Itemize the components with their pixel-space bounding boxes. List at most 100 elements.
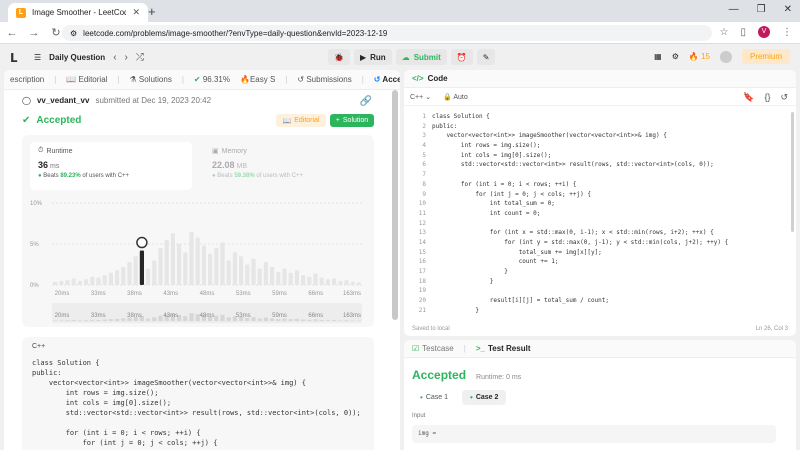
- language-select[interactable]: C++ ⌄: [410, 93, 431, 101]
- editor-scrollbar[interactable]: [791, 112, 794, 232]
- code-line[interactable]: [432, 170, 728, 180]
- runtime-distribution-chart[interactable]: 10% 5% 0% 20ms 33ms 38ms 43ms 48ms 53ms 59ms 66ms 1…: [22, 195, 374, 327]
- slider-mini-bar: [344, 320, 349, 321]
- slider-mini-bar: [276, 319, 281, 321]
- histogram-bar: [282, 268, 287, 285]
- menu-icon[interactable]: ⋮: [782, 27, 792, 38]
- minimize-icon[interactable]: —: [729, 4, 739, 15]
- code-line[interactable]: }: [432, 306, 728, 316]
- tab-accepted[interactable]: ↺ Accepted ✕: [374, 75, 400, 84]
- code-lines[interactable]: class Solution {public: vector<vector<in…: [432, 112, 728, 315]
- bookmark-star-icon[interactable]: ☆: [720, 27, 729, 38]
- histogram-bar: [77, 280, 82, 285]
- close-window-icon[interactable]: ✕: [784, 4, 792, 15]
- site-info-icon[interactable]: ⚙: [70, 29, 77, 38]
- code-line[interactable]: result[i][j] = total_sum / count;: [432, 296, 728, 306]
- shuffle-icon[interactable]: ⤮: [136, 52, 144, 63]
- close-tab-icon[interactable]: ✕: [132, 7, 140, 18]
- submitter-name[interactable]: vv_vedant_vv: [37, 96, 89, 105]
- code-line[interactable]: for (int y = std::max(0, j-1); y < std::…: [432, 238, 728, 248]
- code-line[interactable]: [432, 219, 728, 229]
- submit-button[interactable]: ☁ Submit: [395, 49, 447, 65]
- slider-mini-bar: [96, 319, 101, 321]
- settings-gear-icon[interactable]: ⚙: [672, 52, 679, 61]
- slider-mini-bar: [313, 319, 318, 321]
- line-number: 11: [418, 209, 426, 217]
- share-link-icon[interactable]: 🔗: [360, 96, 372, 107]
- code-line[interactable]: class Solution {: [432, 112, 728, 122]
- solution-button[interactable]: + Solution: [330, 114, 374, 127]
- code-line[interactable]: int rows = img.size();: [432, 141, 728, 151]
- new-tab-button[interactable]: +: [148, 4, 156, 19]
- tab-easy[interactable]: 🔥Easy S: [240, 75, 275, 84]
- list-icon[interactable]: ☰: [34, 53, 41, 62]
- test-result-label: Test Result: [487, 344, 531, 353]
- pass-dot-icon: •: [470, 393, 473, 402]
- timer-button[interactable]: ⏰: [450, 49, 473, 65]
- user-avatar[interactable]: [719, 50, 732, 63]
- tab-description[interactable]: escription: [10, 75, 44, 84]
- extensions-icon[interactable]: ▯: [740, 27, 746, 38]
- leetcode-logo-icon[interactable]: ᒪ: [10, 51, 18, 65]
- code-editor[interactable]: 1 2 3 4 5 6 7 8 9 10 11 12 13 14 15 16 17 18 19 20 21 class …: [404, 110, 796, 318]
- code-line[interactable]: [432, 286, 728, 296]
- memory-card[interactable]: ▣ Memory 22.08 MB ● Beats 59.38% of users …: [204, 142, 366, 190]
- premium-button[interactable]: Premium: [741, 49, 790, 64]
- reload-icon[interactable]: ↻: [50, 26, 62, 39]
- case-1-tab[interactable]: • Case 1: [412, 390, 456, 405]
- code-line[interactable]: int count = 0;: [432, 209, 728, 219]
- tab-testcase[interactable]: ☑ Testcase: [412, 344, 454, 353]
- code-line[interactable]: }: [432, 277, 728, 287]
- code-line[interactable]: public:: [432, 122, 728, 132]
- bookmark-icon[interactable]: 🔖: [743, 92, 754, 103]
- left-scrollbar[interactable]: [392, 90, 398, 320]
- histogram-bar: [257, 268, 262, 285]
- tab-percent[interactable]: ✔ 96.31%: [194, 75, 230, 84]
- back-icon[interactable]: ←: [6, 27, 18, 39]
- prev-icon[interactable]: ‹: [113, 52, 116, 63]
- url-input[interactable]: ⚙ leetcode.com/problems/image-smoother/?…: [62, 25, 712, 41]
- forward-icon[interactable]: →: [28, 27, 40, 39]
- code-line[interactable]: total_sum += img[x][y];: [432, 248, 728, 258]
- reset-icon[interactable]: ↺: [780, 92, 788, 103]
- histogram-bar: [294, 270, 299, 285]
- code-line[interactable]: int cols = img[0].size();: [432, 151, 728, 161]
- histogram-bar: [84, 279, 89, 285]
- next-icon[interactable]: ›: [125, 52, 128, 63]
- daily-question-label[interactable]: Daily Question: [49, 53, 105, 62]
- notes-button[interactable]: ✎: [476, 49, 496, 65]
- editorial-button[interactable]: 📖 Editorial: [276, 114, 326, 127]
- submission-time: submitted at Dec 19, 2023 20:42: [95, 96, 212, 105]
- code-line[interactable]: std::vector<std::vector<int>> result(row…: [432, 160, 728, 170]
- code-language: C++: [32, 343, 46, 350]
- tab-test-result[interactable]: >_ Test Result: [476, 344, 531, 353]
- tab-solutions[interactable]: ⚗ Solutions: [130, 75, 172, 84]
- code-line[interactable]: for (int j = 0; j < cols; ++j) {: [432, 190, 728, 200]
- maximize-icon[interactable]: ❐: [757, 4, 766, 15]
- code-line[interactable]: }: [432, 267, 728, 277]
- layout-icon[interactable]: ▦: [654, 52, 662, 61]
- browser-tab[interactable]: L Image Smoother - LeetCode ✕: [8, 3, 148, 22]
- auto-mode[interactable]: 🔒 Auto: [443, 93, 468, 101]
- line-number: 10: [418, 200, 426, 208]
- y-tick-label: 10%: [30, 201, 43, 207]
- run-button[interactable]: ▶ Run: [353, 49, 392, 65]
- tab-editorial[interactable]: 📖 Editorial: [66, 75, 107, 84]
- tab-submissions[interactable]: ↺ Submissions: [297, 75, 351, 84]
- code-line[interactable]: vector<vector<int>> imageSmoother(vector…: [432, 131, 728, 141]
- line-number: 18: [418, 277, 426, 285]
- x-tick-label: 20ms: [55, 291, 70, 297]
- user-marker-icon: [136, 236, 148, 249]
- debug-button[interactable]: 🐞: [328, 49, 350, 65]
- code-line[interactable]: count += 1;: [432, 257, 728, 267]
- stats-box: ⏱ Runtime 36 ms ● Beats 89.23% of users wi…: [22, 135, 374, 327]
- case-2-tab[interactable]: • Case 2: [462, 390, 507, 405]
- code-line[interactable]: int total_sum = 0;: [432, 199, 728, 209]
- code-line[interactable]: for (int i = 0; i < rows; ++i) {: [432, 180, 728, 190]
- code-line[interactable]: for (int x = std::max(0, i-1); x < std::…: [432, 228, 728, 238]
- braces-icon[interactable]: {}: [764, 92, 770, 103]
- slider-mini-bar: [71, 320, 76, 321]
- runtime-card[interactable]: ⏱ Runtime 36 ms ● Beats 89.23% of users wi…: [30, 142, 192, 190]
- streak-counter[interactable]: 🔥 15: [689, 52, 710, 61]
- profile-avatar[interactable]: V: [758, 26, 770, 38]
